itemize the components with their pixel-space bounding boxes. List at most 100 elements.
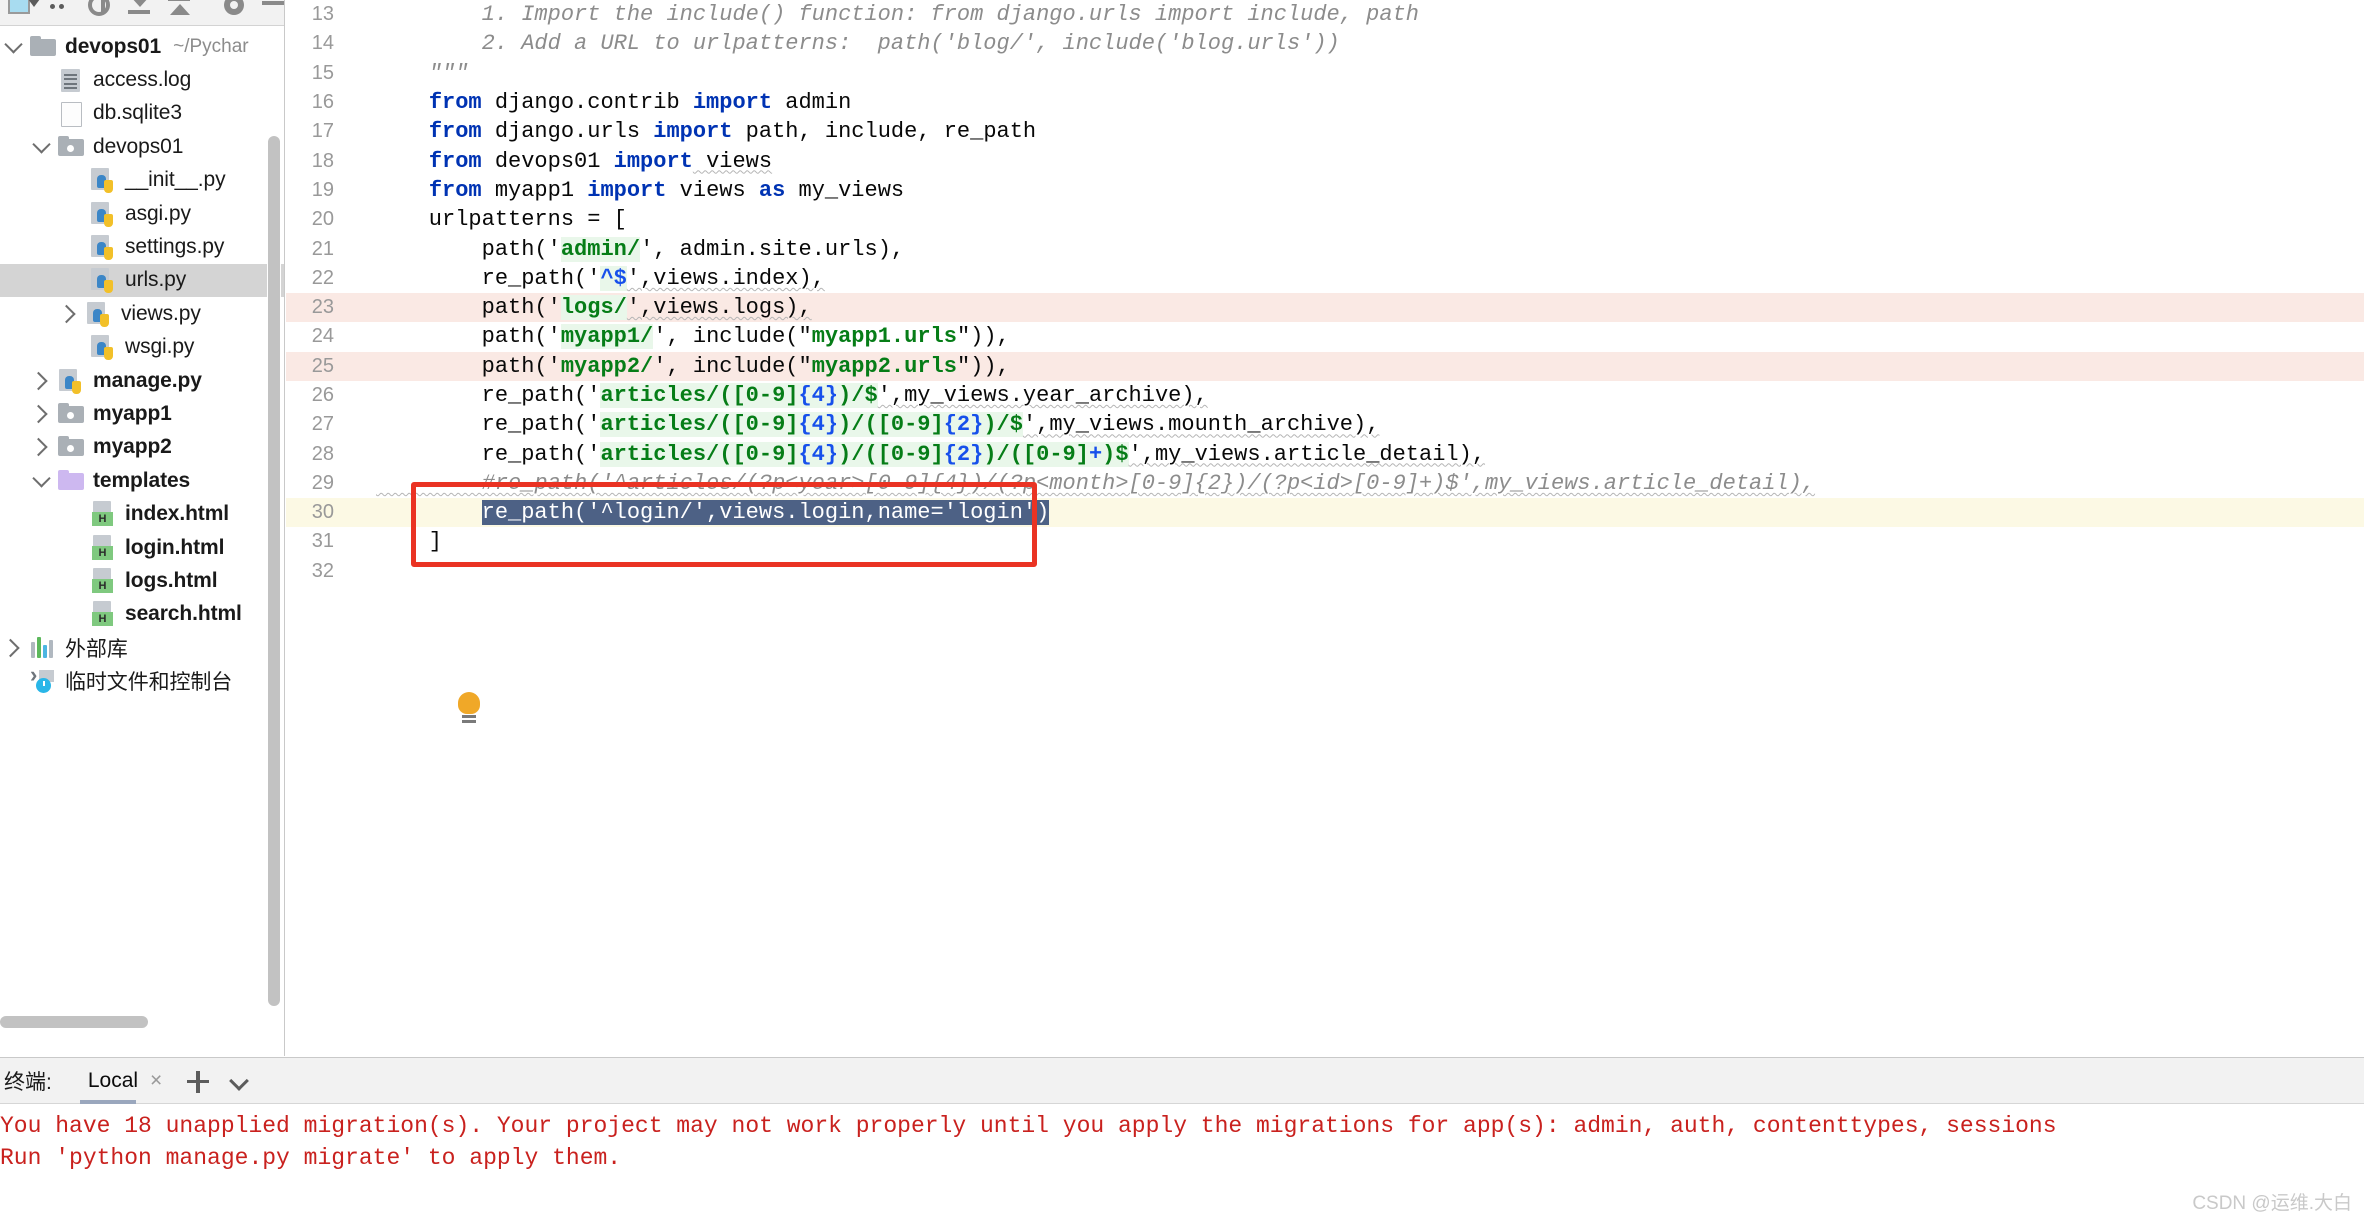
tree-label: myapp1 <box>93 401 172 425</box>
code-line-20[interactable]: 20 urlpatterns = [ <box>286 205 2364 234</box>
code-line-32[interactable]: 32 <box>286 557 2364 586</box>
code-text: urlpatterns = [ <box>376 207 627 233</box>
tree-row-settings-py[interactable]: settings.py <box>0 230 284 263</box>
tree-row-login-html[interactable]: H login.html <box>0 531 284 564</box>
tree-row-init-py[interactable]: __init__.py <box>0 164 284 197</box>
code-text: django.urls <box>481 119 654 145</box>
code-line-13[interactable]: 13 1. Import the include() function: fro… <box>286 0 2364 29</box>
tree-row-urls-py[interactable]: urls.py <box>0 263 284 298</box>
chevron-down-icon[interactable] <box>220 1061 264 1101</box>
tree-row-views-py[interactable]: views.py <box>0 297 284 330</box>
keyword-from: from <box>428 119 482 145</box>
code-text: views <box>666 177 759 203</box>
selected-code-text[interactable]: re_path('^login/',views.login,name='logi… <box>481 500 1050 526</box>
line-number: 18 <box>311 149 334 172</box>
collapse-all-icon[interactable] <box>126 0 152 24</box>
chevron-down-icon[interactable] <box>28 130 56 163</box>
code-text: path(' <box>376 236 561 262</box>
settings-gear-icon[interactable] <box>220 0 246 24</box>
expand-all-icon[interactable] <box>166 0 192 24</box>
tree-label: settings.py <box>125 235 225 259</box>
regex-literal: )$ <box>1102 441 1129 467</box>
code-line-17[interactable]: 17 from django.urls import path, include… <box>286 117 2364 146</box>
line-number: 23 <box>311 296 334 319</box>
more-dots-icon[interactable] <box>46 0 72 24</box>
project-horizontal-scrollbar[interactable] <box>0 1014 271 1030</box>
tree-row-scratches-and-consoles[interactable]: 临时文件和控制台 <box>0 662 284 697</box>
log-file-icon <box>56 67 86 93</box>
chevron-right-icon[interactable] <box>28 364 56 397</box>
tree-row-db-sqlite3[interactable]: db.sqlite3 <box>0 97 284 130</box>
code-line-28[interactable]: 28 re_path('articles/([0-9]{4})/([0-9]{2… <box>286 439 2364 468</box>
project-vertical-scrollbar[interactable] <box>267 56 281 1006</box>
tree-row-devops01-pkg[interactable]: devops01 <box>0 130 284 163</box>
html-file-icon: H <box>88 501 118 527</box>
code-editor[interactable]: 13 1. Import the include() function: fro… <box>286 0 2364 1056</box>
tree-row-myapp2[interactable]: myapp2 <box>0 431 284 464</box>
tree-row-access-log[interactable]: access.log <box>0 63 284 96</box>
close-icon[interactable]: × <box>150 1069 162 1093</box>
line-number: 29 <box>311 471 334 494</box>
code-line-19[interactable]: 19 from myapp1 import views as my_views <box>286 176 2364 205</box>
code-text-warning: ',my_views.mounth_archive), <box>1022 412 1380 438</box>
regex-literal: )/([0-9] <box>983 441 1089 467</box>
html-file-icon: H <box>88 601 118 627</box>
tree-row-search-html[interactable]: H search.html <box>0 598 284 631</box>
keyword-import: import <box>653 119 733 145</box>
code-line-14[interactable]: 14 2. Add a URL to urlpatterns: path('bl… <box>286 29 2364 58</box>
chevron-right-icon[interactable] <box>28 431 56 464</box>
tree-label: urls.py <box>125 268 187 292</box>
target-icon[interactable] <box>86 0 112 24</box>
code-text: ', include(" <box>653 324 812 350</box>
minimize-icon[interactable] <box>260 0 284 24</box>
code-line-29[interactable]: 29 #re_path('^articles/(?p<year>[0-9]{4}… <box>286 469 2364 498</box>
code-line-18[interactable]: 18 from devops01 import views <box>286 146 2364 175</box>
regex-quantifier: {4} <box>798 412 839 438</box>
chevron-right-icon[interactable] <box>28 397 56 430</box>
chevron-right-icon[interactable] <box>0 631 28 664</box>
plus-icon[interactable] <box>176 1061 220 1101</box>
terminal-tab-local[interactable]: Local × <box>74 1057 176 1104</box>
terminal-output[interactable]: You have 18 unapplied migration(s). Your… <box>0 1104 2364 1221</box>
code-line-16[interactable]: 16 from django.contrib import admin <box>286 88 2364 117</box>
code-line-22[interactable]: 22 re_path('^$',views.index), <box>286 264 2364 293</box>
tree-row-devops01-root[interactable]: devops01 ~/Pychar <box>0 30 284 63</box>
chevron-down-icon[interactable] <box>0 30 28 63</box>
line-number: 30 <box>311 501 334 524</box>
code-line-15[interactable]: 15 """ <box>286 59 2364 88</box>
code-line-30[interactable]: 30 re_path('^login/',views.login,name='l… <box>286 498 2364 528</box>
chevron-down-icon[interactable] <box>28 464 56 497</box>
code-line-31[interactable]: 31 ] <box>286 527 2364 556</box>
regex-literal: ^$ <box>600 265 627 291</box>
python-file-icon <box>88 334 118 361</box>
code-line-27[interactable]: 27 re_path('articles/([0-9]{4})/([0-9]{2… <box>286 410 2364 439</box>
project-file-tree[interactable]: devops01 ~/Pychar access.log db.sqlite3 … <box>0 26 284 1056</box>
tree-row-templates[interactable]: templates <box>0 464 284 497</box>
scrollbar-thumb[interactable] <box>0 1016 148 1028</box>
keyword-import: import <box>587 177 667 203</box>
tree-row-asgi-py[interactable]: asgi.py <box>0 197 284 230</box>
tree-row-wsgi-py[interactable]: wsgi.py <box>0 331 284 364</box>
chevron-right-icon[interactable] <box>56 297 84 330</box>
tree-row-myapp1[interactable]: myapp1 <box>0 397 284 430</box>
intention-bulb-icon[interactable] <box>458 692 480 728</box>
tree-label: db.sqlite3 <box>93 101 182 125</box>
tree-row-logs-html[interactable]: H logs.html <box>0 564 284 597</box>
scrollbar-thumb[interactable] <box>268 136 280 1006</box>
code-text: path, include, re_path <box>732 119 1037 145</box>
tree-row-external-libraries[interactable]: 外部库 <box>0 631 284 664</box>
code-line-23[interactable]: 23 path('logs/',views.logs), <box>286 292 2364 323</box>
line-number: 32 <box>311 559 334 582</box>
code-line-21[interactable]: 21 path('admin/', admin.site.urls), <box>286 234 2364 263</box>
code-text: ', admin.site.urls), <box>640 236 905 262</box>
project-toolbar <box>0 0 284 26</box>
regex-literal: articles/([0-9] <box>600 412 799 438</box>
preview-icon[interactable] <box>6 0 40 24</box>
bulb-glass <box>458 692 480 714</box>
code-line-26[interactable]: 26 re_path('articles/([0-9]{4})/$',my_vi… <box>286 381 2364 410</box>
tree-row-manage-py[interactable]: manage.py <box>0 364 284 397</box>
tree-row-index-html[interactable]: H index.html <box>0 497 284 530</box>
terminal-output-line: You have 18 unapplied migration(s). Your… <box>0 1113 2057 1139</box>
code-line-24[interactable]: 24 path('myapp1/', include("myapp1.urls"… <box>286 322 2364 351</box>
code-line-25[interactable]: 25 path('myapp2/', include("myapp2.urls"… <box>286 351 2364 381</box>
